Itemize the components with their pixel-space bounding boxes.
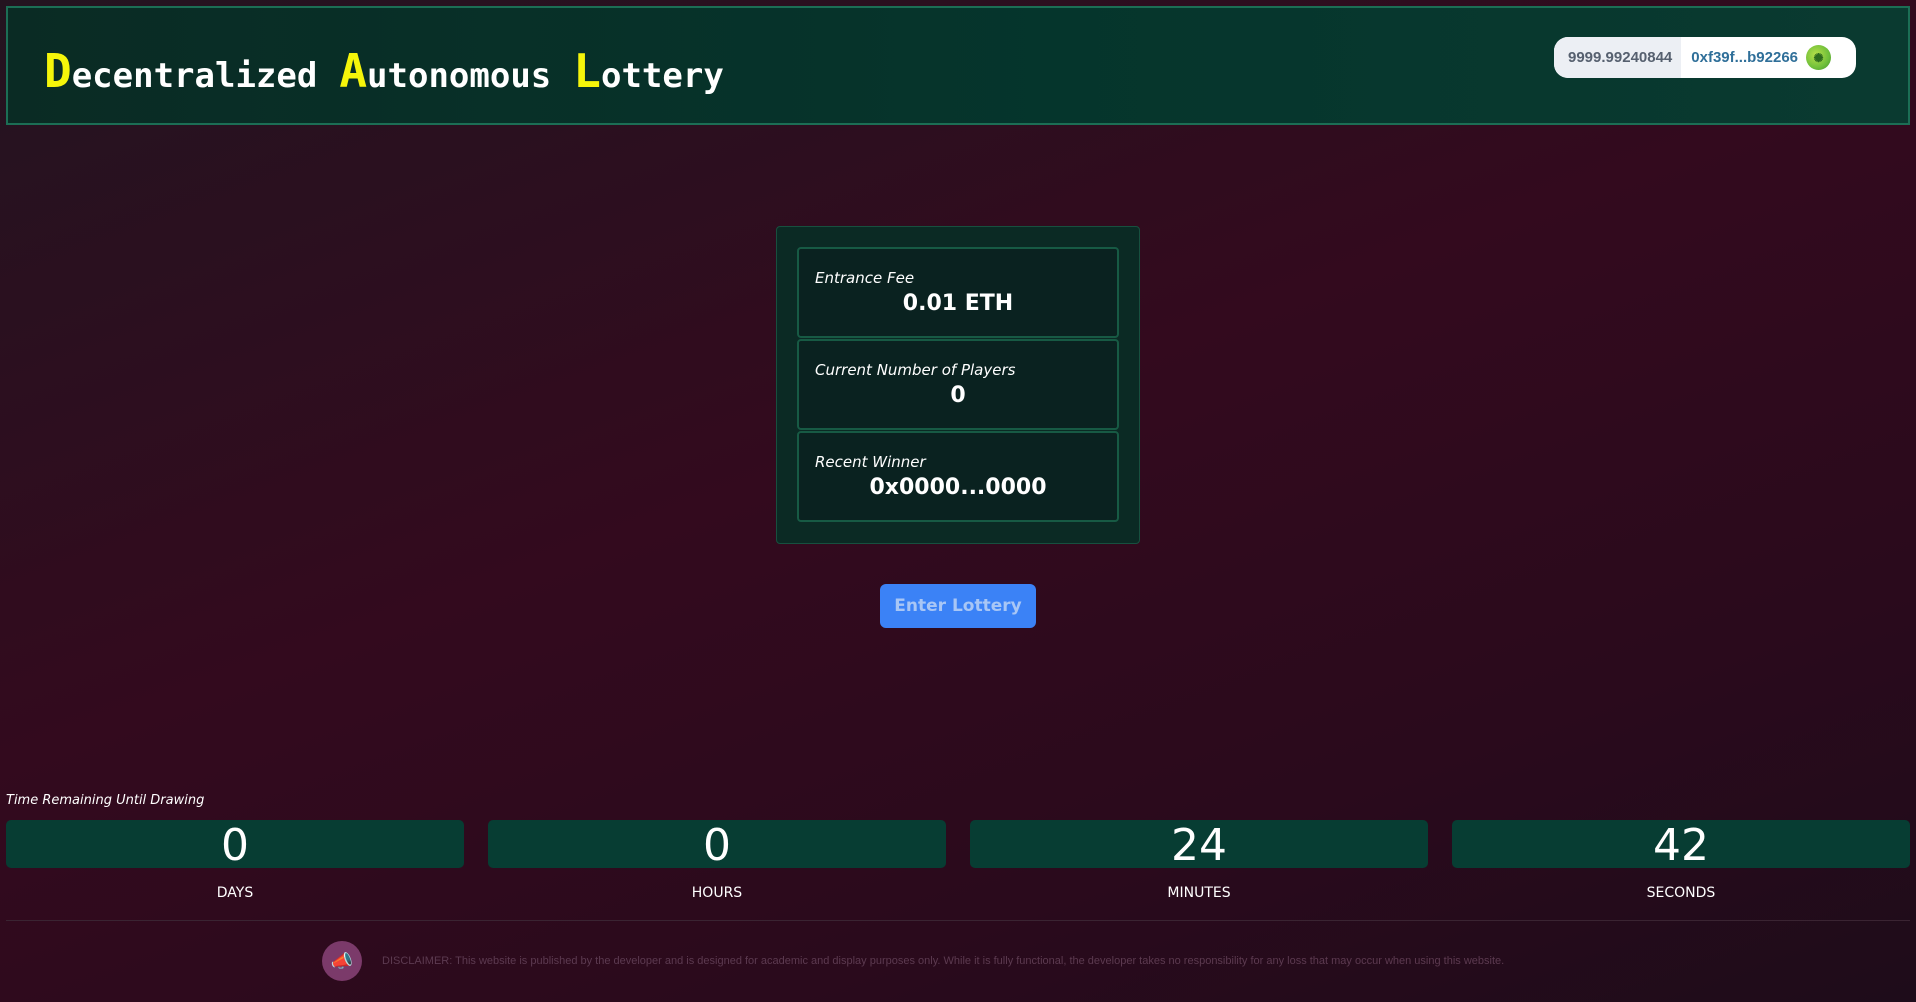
hours-label: HOURS [691, 885, 743, 901]
title-word-lottery: Lottery [573, 44, 724, 98]
enter-lottery-button[interactable]: Enter Lottery [880, 584, 1036, 628]
disclaimer-text: DISCLAIMER: This website is published by… [382, 955, 1505, 967]
countdown-hours: 0 [488, 820, 946, 871]
page-title: Decentralized Autonomous Lottery [44, 44, 746, 98]
players-value: 0 [950, 383, 966, 408]
title-word-decentralized: Decentralized [44, 44, 318, 98]
entrance-fee-label: Entrance Fee [815, 269, 915, 287]
app-header: Decentralized Autonomous Lottery 9999.9924… [6, 6, 1910, 125]
players-card: Current Number of Players 0 [797, 339, 1119, 430]
footer-divider [6, 920, 1910, 921]
players-label: Current Number of Players [815, 361, 1016, 379]
title-word-autonomous: Autonomous [339, 44, 552, 98]
entrance-fee-value: 0.01 ETH [902, 291, 1014, 316]
entrance-fee-card: Entrance Fee 0.01 ETH [797, 247, 1119, 338]
megaphone-icon: 📣 [322, 941, 362, 981]
recent-winner-label: Recent Winner [815, 453, 926, 471]
globe-avatar-icon: ✺ [1806, 45, 1832, 70]
countdown-seconds: 42 [1452, 820, 1910, 871]
wallet-connect-button[interactable]: 9999.99240844 0xf39f...b92266 ✺ [1554, 37, 1856, 78]
days-label: DAYS [216, 885, 254, 901]
wallet-balance: 9999.99240844 [1554, 37, 1682, 78]
countdown-label: Time Remaining Until Drawing [6, 793, 205, 808]
minutes-label: MINUTES [1167, 885, 1231, 901]
countdown-minutes: 24 [970, 820, 1428, 871]
recent-winner-card: Recent Winner 0x0000...0000 [797, 431, 1119, 522]
recent-winner-value: 0x0000...0000 [869, 475, 1047, 500]
wallet-address: 0xf39f...b92266 [1691, 49, 1799, 66]
countdown-days: 0 [6, 820, 464, 871]
seconds-label: SECONDS [1646, 885, 1716, 901]
lottery-info-panel: Entrance Fee 0.01 ETH Current Number of … [776, 226, 1140, 544]
